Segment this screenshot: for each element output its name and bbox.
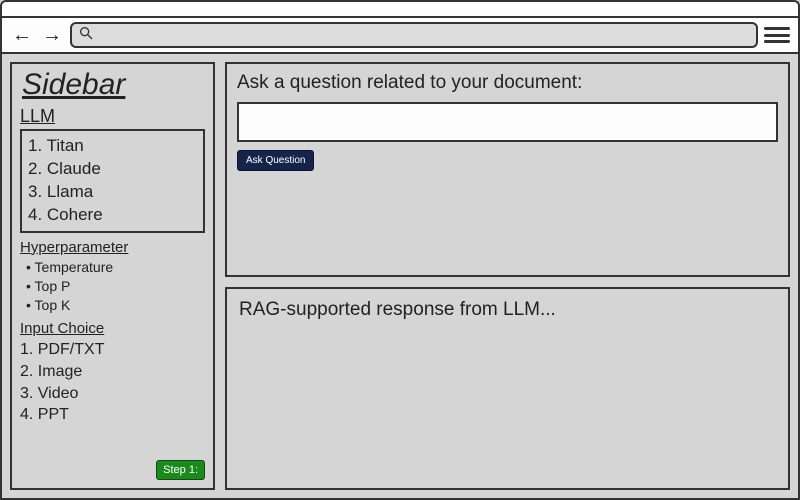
- window-titlebar: [0, 0, 800, 16]
- llm-list: 1. Titan 2. Claude 3. Llama 4. Cohere: [20, 129, 205, 233]
- search-icon: [78, 25, 94, 46]
- question-input[interactable]: [237, 102, 778, 142]
- content-area: Sidebar LLM 1. Titan 2. Claude 3. Llama …: [0, 54, 800, 500]
- input-option-pdf-txt[interactable]: 1. PDF/TXT: [20, 339, 205, 361]
- input-option-video[interactable]: 3. Video: [20, 383, 205, 405]
- hyperparameter-list: • Temperature • Top P • Top K: [20, 256, 205, 315]
- hyper-top-k[interactable]: • Top K: [26, 296, 205, 315]
- ask-prompt-label: Ask a question related to your document:: [237, 72, 778, 94]
- llm-option-llama[interactable]: 3. Llama: [28, 181, 197, 204]
- sidebar-title: Sidebar: [20, 68, 205, 104]
- llm-section-label: LLM: [20, 106, 205, 127]
- hyper-temperature[interactable]: • Temperature: [26, 258, 205, 277]
- menu-button[interactable]: [764, 25, 790, 45]
- llm-option-claude[interactable]: 2. Claude: [28, 158, 197, 181]
- input-option-image[interactable]: 2. Image: [20, 361, 205, 383]
- main-column: Ask a question related to your document:…: [225, 62, 790, 490]
- input-choice-list: 1. PDF/TXT 2. Image 3. Video 4. PPT: [20, 337, 205, 425]
- address-bar[interactable]: [70, 22, 758, 48]
- response-panel: RAG-supported response from LLM...: [225, 287, 790, 490]
- ask-question-button[interactable]: Ask Question: [237, 150, 314, 171]
- address-input[interactable]: [94, 28, 750, 43]
- input-option-ppt[interactable]: 4. PPT: [20, 404, 205, 426]
- forward-button[interactable]: →: [40, 25, 64, 45]
- app-window: ← → Sidebar LLM 1. Titan 2. Claude 3. Ll…: [0, 0, 800, 500]
- ask-panel: Ask a question related to your document:…: [225, 62, 790, 277]
- hyperparameter-section-label: Hyperparameter: [20, 239, 205, 256]
- llm-option-cohere[interactable]: 4. Cohere: [28, 204, 197, 227]
- input-choice-section-label: Input Choice: [20, 320, 205, 337]
- response-text: RAG-supported response from LLM...: [239, 299, 776, 321]
- llm-option-titan[interactable]: 1. Titan: [28, 135, 197, 158]
- step-badge: Step 1:: [156, 460, 205, 480]
- sidebar: Sidebar LLM 1. Titan 2. Claude 3. Llama …: [10, 62, 215, 490]
- back-button[interactable]: ←: [10, 25, 34, 45]
- browser-toolbar: ← →: [0, 16, 800, 54]
- hyper-top-p[interactable]: • Top P: [26, 277, 205, 296]
